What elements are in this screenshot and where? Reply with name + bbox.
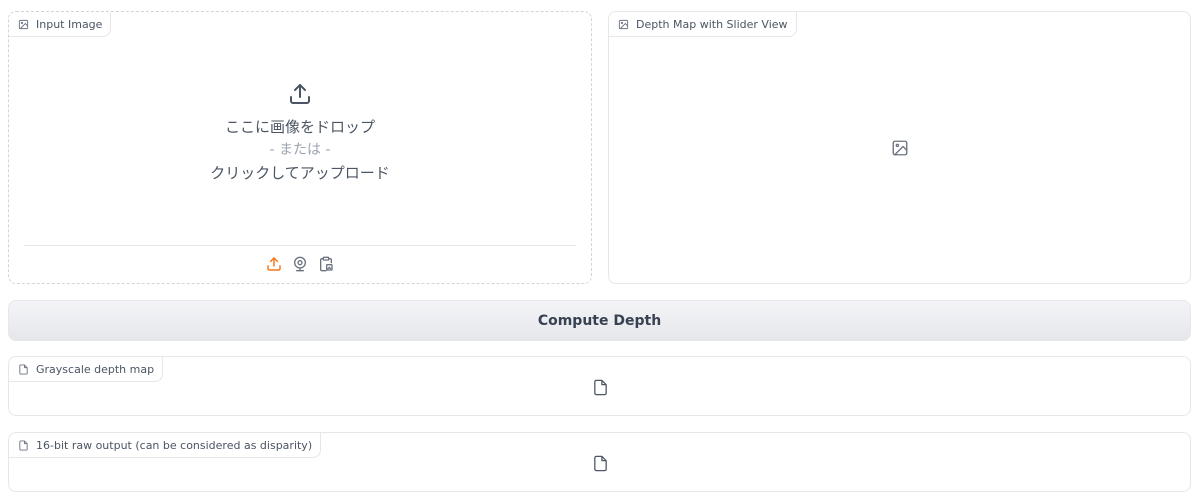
upload-drop-zone[interactable]: ここに画像をドロップ - または - クリックしてアップロード <box>9 82 591 185</box>
compute-depth-button[interactable]: Compute Depth <box>8 300 1191 341</box>
depth-map-placeholder <box>890 138 910 158</box>
upload-icon <box>290 84 310 104</box>
grayscale-output-panel: Grayscale depth map <box>8 356 1191 416</box>
raw-output-label-text: 16-bit raw output (can be considered as … <box>36 438 313 452</box>
drop-text: ここに画像をドロップ <box>224 118 375 136</box>
file-icon <box>19 439 28 451</box>
depth-map-label-text: Depth Map with Slider View <box>636 17 788 31</box>
source-upload-button[interactable] <box>266 255 283 272</box>
file-icon <box>593 379 607 395</box>
source-clipboard-button[interactable] <box>318 255 335 272</box>
image-icon <box>18 19 29 29</box>
grayscale-file-placeholder <box>590 377 610 397</box>
or-text: - または - <box>269 142 331 158</box>
source-webcam-button[interactable] <box>292 255 309 272</box>
upload-icon <box>267 256 281 271</box>
source-selector <box>9 255 591 272</box>
webcam-icon <box>294 256 306 271</box>
source-divider <box>24 245 576 246</box>
input-image-panel[interactable]: Input Image ここに画像をドロップ - または - クリックしてアップ… <box>8 11 592 284</box>
depth-map-label: Depth Map with Slider View <box>609 12 797 37</box>
grayscale-output-label: Grayscale depth map <box>9 357 164 382</box>
file-icon <box>593 455 607 471</box>
raw-output-label: 16-bit raw output (can be considered as … <box>9 433 322 458</box>
clipboard-icon <box>320 256 333 271</box>
grayscale-output-label-text: Grayscale depth map <box>36 362 155 376</box>
depth-map-panel: Depth Map with Slider View <box>608 11 1191 284</box>
input-image-label: Input Image <box>9 12 112 37</box>
file-icon <box>19 363 28 375</box>
image-icon <box>618 19 629 29</box>
input-image-label-text: Input Image <box>36 17 103 31</box>
raw-output-panel: 16-bit raw output (can be considered as … <box>8 432 1191 492</box>
raw-file-placeholder <box>590 453 610 473</box>
image-placeholder-icon <box>892 140 908 156</box>
click-upload-text: クリックしてアップロード <box>210 164 390 182</box>
